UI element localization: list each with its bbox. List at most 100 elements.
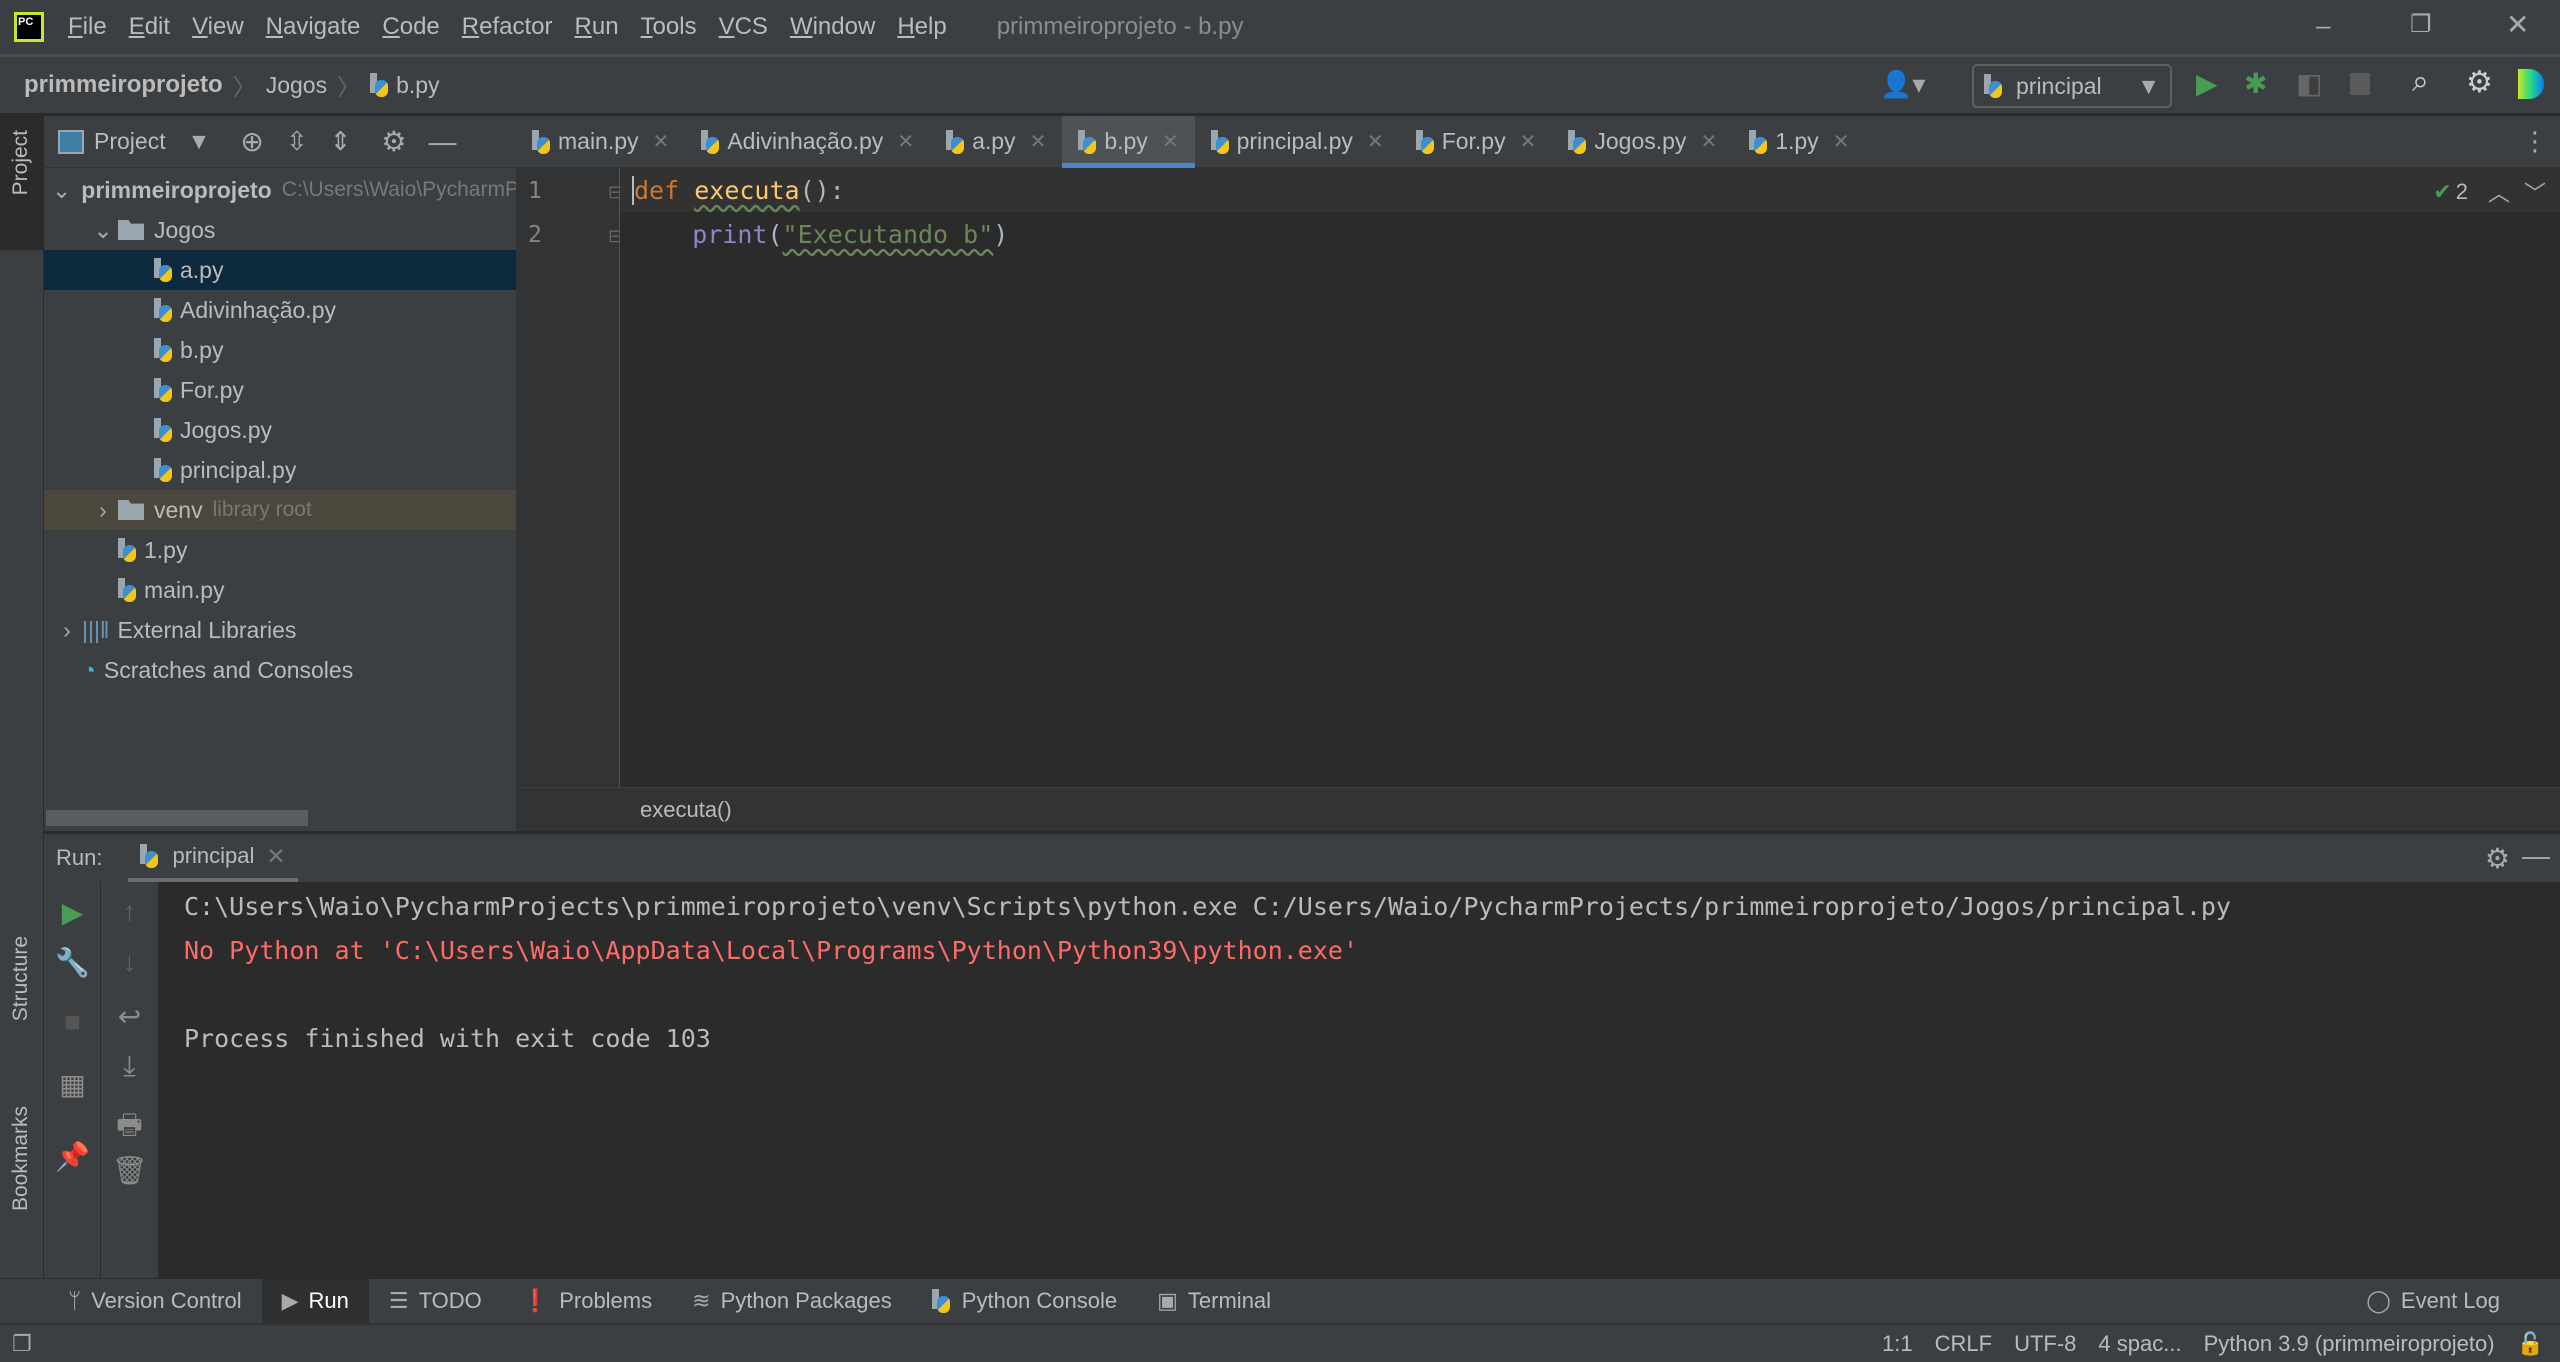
minimize-button[interactable]: – bbox=[2316, 10, 2330, 41]
close-tab-icon[interactable]: ✕ bbox=[1367, 129, 1384, 154]
file-encoding[interactable]: UTF-8 bbox=[2014, 1331, 2076, 1357]
project-stripe-button[interactable]: Project bbox=[0, 116, 44, 250]
menu-navigate[interactable]: Navigate bbox=[266, 13, 361, 41]
breadcrumb-folder[interactable]: Jogos bbox=[266, 72, 327, 99]
close-window-button[interactable]: ✕ bbox=[2506, 8, 2529, 41]
tree-item[interactable]: › |||‖ External Libraries bbox=[44, 610, 516, 650]
editor-tab[interactable]: main.py ✕ bbox=[516, 116, 685, 168]
stop-icon[interactable]: ■ bbox=[44, 1006, 101, 1038]
code-editor[interactable]: def executa (): print("Executando b") ✔ 2… bbox=[620, 168, 2560, 787]
close-tab-icon[interactable]: ✕ bbox=[897, 129, 914, 154]
tool-terminal[interactable]: ▣ Terminal bbox=[1137, 1279, 1291, 1324]
menu-code[interactable]: Code bbox=[382, 13, 439, 41]
editor-tab[interactable]: For.py ✕ bbox=[1400, 116, 1553, 168]
hide-panel-icon[interactable]: — bbox=[429, 126, 457, 158]
indent-setting[interactable]: 4 spac... bbox=[2098, 1331, 2181, 1357]
menu-tools[interactable]: Tools bbox=[641, 13, 697, 41]
bookmarks-stripe-button[interactable]: Bookmarks bbox=[0, 1106, 44, 1266]
menu-file[interactable]: File bbox=[68, 13, 107, 41]
close-tab-icon[interactable]: ✕ bbox=[1833, 129, 1850, 154]
close-tab-icon[interactable]: ✕ bbox=[1700, 129, 1717, 154]
structure-stripe-button[interactable]: Structure bbox=[0, 936, 44, 1076]
menu-run[interactable]: Run bbox=[575, 13, 619, 41]
menu-refactor[interactable]: Refactor bbox=[462, 13, 553, 41]
collapse-all-icon[interactable]: ⇕ bbox=[330, 126, 352, 157]
layout-icon[interactable]: ▦ bbox=[44, 1068, 101, 1101]
menu-window[interactable]: Window bbox=[790, 13, 875, 41]
print-icon[interactable]: 🖶 bbox=[101, 1104, 158, 1152]
gear-icon[interactable]: ⚙ bbox=[2485, 842, 2510, 875]
chevron-down-icon[interactable]: ⌄ bbox=[88, 217, 118, 244]
restore-button[interactable]: ❐ bbox=[2410, 10, 2432, 39]
expand-all-icon[interactable]: ⇳ bbox=[286, 126, 308, 157]
close-tab-icon[interactable]: ✕ bbox=[1030, 129, 1047, 154]
search-icon[interactable]: ⌕ bbox=[2412, 65, 2429, 99]
user-icon[interactable]: 👤▾ bbox=[1880, 69, 1925, 100]
trash-icon[interactable]: 🗑 bbox=[101, 1154, 158, 1187]
arrow-down-icon[interactable]: ↓ bbox=[101, 946, 158, 978]
more-tabs-icon[interactable]: ⋮ bbox=[2522, 126, 2548, 157]
pin-icon[interactable]: 📌 bbox=[44, 1140, 101, 1173]
close-tab-icon[interactable]: ✕ bbox=[1520, 129, 1537, 154]
tree-item[interactable]: › venv library root bbox=[44, 490, 516, 530]
editor-breadcrumb-item[interactable]: executa() bbox=[640, 797, 732, 823]
chevron-right-icon[interactable]: › bbox=[52, 617, 82, 644]
chevron-down-icon[interactable]: ▼ bbox=[188, 128, 211, 155]
menu-edit[interactable]: Edit bbox=[129, 13, 170, 41]
tree-item[interactable]: ⌄ primmeiroprojeto C:\Users\Waio\PycharmPr… bbox=[44, 170, 516, 210]
gear-icon[interactable]: ⚙ bbox=[2466, 65, 2493, 100]
editor-tab[interactable]: 1.py ✕ bbox=[1733, 116, 1865, 168]
toolbox-icon[interactable] bbox=[2518, 69, 2544, 99]
tree-item[interactable]: ⌄ Jogos bbox=[44, 210, 516, 250]
line-separator[interactable]: CRLF bbox=[1935, 1331, 1992, 1357]
tool-python-packages[interactable]: ≋ Python Packages bbox=[672, 1279, 912, 1324]
interpreter-selector[interactable]: Python 3.9 (primmeiroprojeto) bbox=[2204, 1331, 2495, 1357]
project-view-selector[interactable]: Project bbox=[94, 128, 166, 155]
tree-item[interactable]: 1.py bbox=[44, 530, 516, 570]
menu-view[interactable]: View bbox=[192, 13, 244, 41]
inspection-widget[interactable]: ✔ 2 ︿ ﹀ bbox=[2433, 176, 2546, 208]
tool-todo[interactable]: ☰ TODO bbox=[369, 1279, 502, 1324]
chevron-down-icon[interactable]: ⌄ bbox=[52, 177, 71, 204]
scroll-to-end-icon[interactable]: ⤓ bbox=[101, 1050, 158, 1083]
project-horizontal-scrollbar[interactable] bbox=[46, 810, 308, 826]
run-console[interactable]: C:\Users\Waio\PycharmProjects\primmeirop… bbox=[158, 882, 2560, 1278]
tree-item[interactable]: ◔ Scratches and Consoles bbox=[44, 650, 516, 690]
stop-icon[interactable] bbox=[2350, 73, 2370, 95]
tool-version-control[interactable]: ᛘ Version Control bbox=[48, 1279, 262, 1324]
coverage-icon[interactable]: ◧ bbox=[2296, 67, 2322, 100]
close-tab-icon[interactable]: ✕ bbox=[266, 843, 285, 870]
tool-problems[interactable]: ❗ Problems bbox=[502, 1279, 672, 1324]
next-highlight-icon[interactable]: ﹀ bbox=[2524, 176, 2546, 208]
tree-item[interactable]: Adivinhação.py bbox=[44, 290, 516, 330]
hide-panel-icon[interactable]: — bbox=[2522, 840, 2550, 872]
debug-icon[interactable]: ✱ bbox=[2244, 67, 2267, 100]
rerun-icon[interactable]: ▶ bbox=[44, 896, 101, 929]
tree-item[interactable]: For.py bbox=[44, 370, 516, 410]
editor-tab[interactable]: principal.py ✕ bbox=[1195, 116, 1400, 168]
tool-event-log[interactable]: ◯ Event Log bbox=[2346, 1279, 2520, 1324]
locate-file-icon[interactable]: ⊕ bbox=[240, 125, 263, 158]
chevron-right-icon[interactable]: › bbox=[88, 497, 118, 524]
tool-run[interactable]: ▶ Run bbox=[261, 1278, 369, 1324]
close-tab-icon[interactable]: ✕ bbox=[1162, 129, 1179, 154]
tree-item[interactable]: b.py bbox=[44, 330, 516, 370]
run-config-selector[interactable]: principal ▼ bbox=[1972, 64, 2172, 108]
tree-item[interactable]: Jogos.py bbox=[44, 410, 516, 450]
editor-tab[interactable]: Adivinhação.py ✕ bbox=[685, 116, 930, 168]
arrow-up-icon[interactable]: ↑ bbox=[101, 896, 158, 928]
wrench-icon[interactable]: 🔧 bbox=[44, 946, 101, 979]
toggle-tool-windows-icon[interactable]: ❐ bbox=[12, 1331, 32, 1357]
tree-item[interactable]: main.py bbox=[44, 570, 516, 610]
soft-wrap-icon[interactable]: ↩ bbox=[101, 1000, 158, 1033]
tree-item[interactable]: a.py bbox=[44, 250, 516, 290]
close-tab-icon[interactable]: ✕ bbox=[653, 129, 670, 154]
tool-python-console[interactable]: Python Console bbox=[912, 1279, 1137, 1324]
previous-highlight-icon[interactable]: ︿ bbox=[2488, 176, 2510, 208]
breadcrumb-project[interactable]: primmeiroprojeto bbox=[24, 71, 223, 99]
editor-tab[interactable]: a.py ✕ bbox=[930, 116, 1062, 168]
editor-tab[interactable]: b.py ✕ bbox=[1062, 115, 1195, 168]
lock-icon[interactable]: 🔓 bbox=[2517, 1331, 2544, 1357]
editor-tab[interactable]: Jogos.py ✕ bbox=[1552, 116, 1733, 168]
run-tab-principal[interactable]: principal ✕ bbox=[128, 834, 298, 882]
